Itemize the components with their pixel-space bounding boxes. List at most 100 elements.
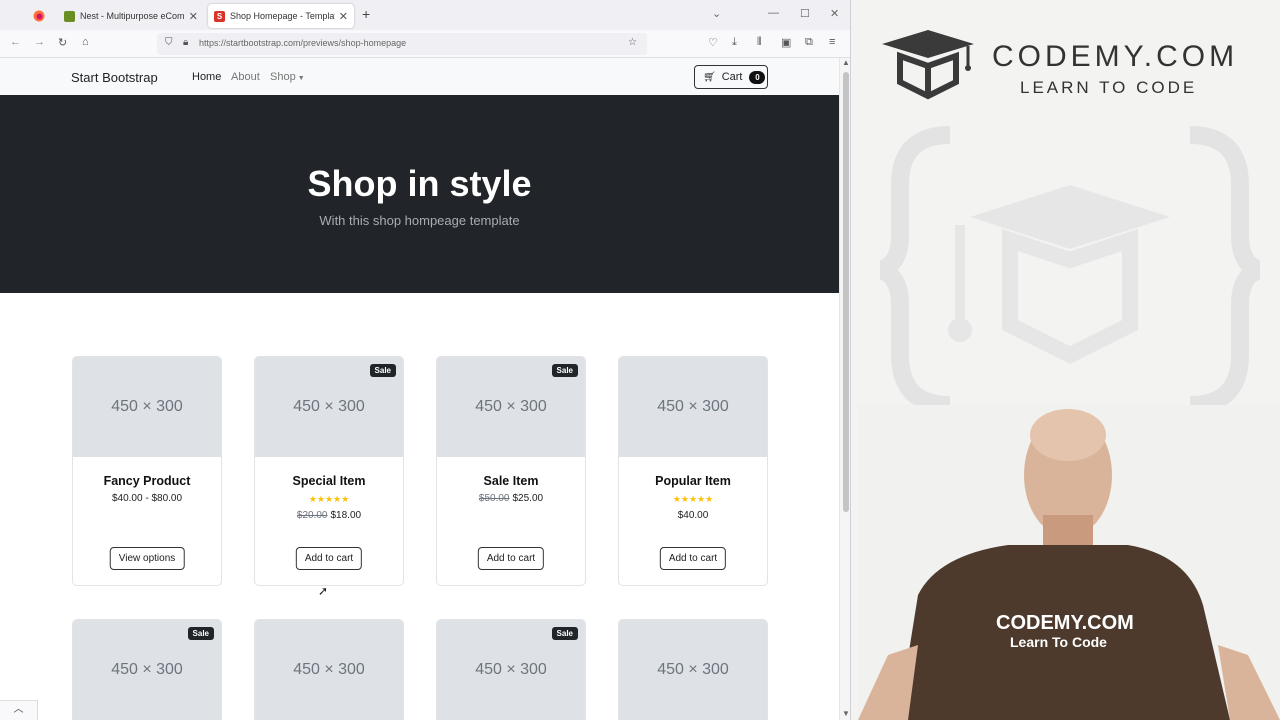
sale-badge: Sale	[551, 627, 578, 640]
product-price: $40.00	[677, 510, 709, 521]
nest-favicon-icon	[64, 10, 75, 22]
scroll-up-icon[interactable]: ▲	[842, 58, 850, 67]
reload-icon[interactable]: ↻	[58, 36, 67, 49]
logo-title: CODEMY.COM	[992, 40, 1239, 73]
maximize-icon[interactable]: ☐	[800, 7, 810, 20]
tab-title: Nest - Multipurpose eCommerce	[80, 11, 185, 21]
forward-icon[interactable]: →	[34, 36, 45, 48]
lock-icon[interactable]: 🔒︎	[183, 37, 188, 48]
address-bar[interactable]: ⛉ 🔒︎ https://startbootstrap.com/previews…	[157, 33, 647, 55]
page-viewport: Start Bootstrap Home About Shop ▼ 🛒︎ Cart…	[0, 58, 839, 720]
page-scrollbar[interactable]: ▲ ▼	[839, 58, 850, 720]
cart-count-badge: 0	[749, 70, 766, 84]
product-old-price: $50.00	[478, 493, 510, 504]
sale-badge: Sale	[187, 627, 214, 640]
url-text[interactable]: https://startbootstrap.com/previews/shop…	[199, 38, 406, 48]
tab-nest[interactable]: Nest - Multipurpose eCommerce ✕	[58, 4, 204, 28]
product-price-block: $50.00 $25.00	[437, 493, 585, 504]
bookmark-star-icon[interactable]: ☆	[628, 37, 637, 48]
new-tab-icon[interactable]: +	[362, 6, 370, 22]
product-price: $18.00	[330, 510, 362, 521]
scrollbar-thumb[interactable]	[843, 72, 849, 512]
product-name: Fancy Product	[103, 474, 191, 488]
product-old-price: $20.00	[296, 510, 328, 521]
pocket-icon[interactable]: ♡	[708, 36, 718, 49]
product-name: Popular Item	[655, 474, 731, 488]
add-to-cart-button[interactable]: Add to cart	[659, 547, 727, 570]
sale-badge: Sale	[369, 364, 396, 377]
site-navbar: Start Bootstrap Home About Shop ▼ 🛒︎ Cart…	[0, 58, 839, 95]
extension-icon[interactable]: ▣	[781, 36, 791, 49]
hero-title: Shop in style	[307, 163, 532, 204]
presenter-video-feed	[858, 405, 1280, 720]
product-card-special-item: 450 × 300 Sale Special Item ★★★★★ $20.00…	[254, 356, 404, 586]
library-icon[interactable]: ⫴	[757, 36, 762, 49]
scroll-down-icon[interactable]: ▼	[842, 709, 850, 718]
product-image-placeholder: 450 × 300	[619, 620, 767, 720]
product-price: $25.00	[512, 493, 544, 504]
product-card: 450 × 300	[254, 619, 404, 720]
tab-list-chevron-icon[interactable]: ⌄	[712, 7, 721, 20]
product-image-placeholder: 450 × 300 Sale	[437, 357, 585, 457]
browser-window: Nest - Multipurpose eCommerce ✕ S Shop H…	[0, 0, 851, 720]
image-size-label: 450 × 300	[293, 398, 365, 415]
minimize-icon[interactable]: —	[768, 7, 779, 19]
codemy-watermark-icon	[880, 126, 1260, 414]
tab-shop-homepage[interactable]: S Shop Homepage - Template Preview ✕	[208, 4, 354, 28]
product-image-placeholder: 450 × 300	[619, 357, 767, 457]
menu-hamburger-icon[interactable]: ≡	[829, 36, 835, 48]
chevron-up-icon[interactable]: ︿	[0, 700, 38, 720]
extensions-puzzle-icon[interactable]: ⧉	[805, 36, 813, 49]
home-icon[interactable]: ⌂	[82, 36, 89, 48]
sale-badge: Sale	[551, 364, 578, 377]
logo-tagline: LEARN TO CODE	[1020, 78, 1198, 97]
shirt-tagline-text: Learn To Code	[1010, 634, 1107, 650]
codemy-logo: CODEMY.COM LEARN TO CODE	[878, 26, 1258, 106]
product-image-placeholder: 450 × 300 Sale	[255, 357, 403, 457]
cart-button[interactable]: 🛒︎ Cart 0	[694, 65, 768, 89]
tab-bar: Nest - Multipurpose eCommerce ✕ S Shop H…	[0, 0, 850, 30]
image-size-label: 450 × 300	[475, 398, 547, 415]
product-card-popular-item: 450 × 300 Popular Item ★★★★★ $40.00 Add …	[618, 356, 768, 586]
nav-link-shop[interactable]: Shop ▼	[270, 71, 305, 83]
product-card-fancy-product: 450 × 300 Fancy Product $40.00 - $80.00 …	[72, 356, 222, 586]
rating-stars: ★★★★★	[308, 494, 350, 504]
nav-link-home[interactable]: Home	[192, 71, 221, 83]
image-size-label: 450 × 300	[111, 661, 183, 678]
product-card-sale-item: 450 × 300 Sale Sale Item $50.00 $25.00 Ad…	[436, 356, 586, 586]
close-icon[interactable]: ✕	[189, 10, 198, 23]
product-image-placeholder: 450 × 300	[73, 357, 221, 457]
product-image-placeholder: 450 × 300 Sale	[437, 620, 585, 720]
product-card: 450 × 300	[618, 619, 768, 720]
window-close-icon[interactable]: ✕	[830, 7, 839, 20]
shield-icon[interactable]: ⛉	[165, 37, 173, 48]
product-card: 450 × 300 Sale	[436, 619, 586, 720]
product-image-placeholder: 450 × 300 Sale	[73, 620, 221, 720]
rating-stars: ★★★★★	[672, 494, 714, 504]
back-icon[interactable]: ←	[10, 36, 21, 48]
download-icon[interactable]: ⤓	[732, 36, 737, 49]
hero-header: Shop in style With this shop hompeage te…	[0, 95, 839, 293]
product-image-placeholder: 450 × 300	[255, 620, 403, 720]
add-to-cart-button[interactable]: Add to cart	[295, 547, 363, 570]
product-name: Special Item	[292, 474, 366, 488]
close-icon[interactable]: ✕	[339, 10, 348, 23]
firefox-icon[interactable]	[28, 6, 50, 26]
hero-subtitle: With this shop hompeage template	[319, 213, 520, 228]
site-brand[interactable]: Start Bootstrap	[71, 70, 158, 85]
graduation-cap-cube-icon	[882, 30, 974, 100]
product-price: $40.00 - $80.00	[111, 493, 183, 504]
startbootstrap-favicon-icon: S	[214, 10, 225, 22]
add-to-cart-button[interactable]: Add to cart	[477, 547, 545, 570]
mouse-cursor-icon: ➚	[318, 584, 329, 598]
cart-icon: 🛒︎	[703, 71, 716, 83]
browser-toolbar: ← → ↻ ⌂ ⛉ 🔒︎ https://startbootstrap.com/…	[0, 30, 850, 58]
cart-label: Cart	[721, 71, 743, 83]
nav-shop-label: Shop	[270, 71, 296, 83]
shirt-logo-text: CODEMY.COM	[996, 612, 1134, 634]
view-options-button[interactable]: View options	[109, 547, 185, 570]
product-card: 450 × 300 Sale	[72, 619, 222, 720]
image-size-label: 450 × 300	[475, 661, 547, 678]
nav-link-about[interactable]: About	[231, 71, 260, 83]
product-price-block: $20.00 $18.00	[255, 510, 403, 521]
